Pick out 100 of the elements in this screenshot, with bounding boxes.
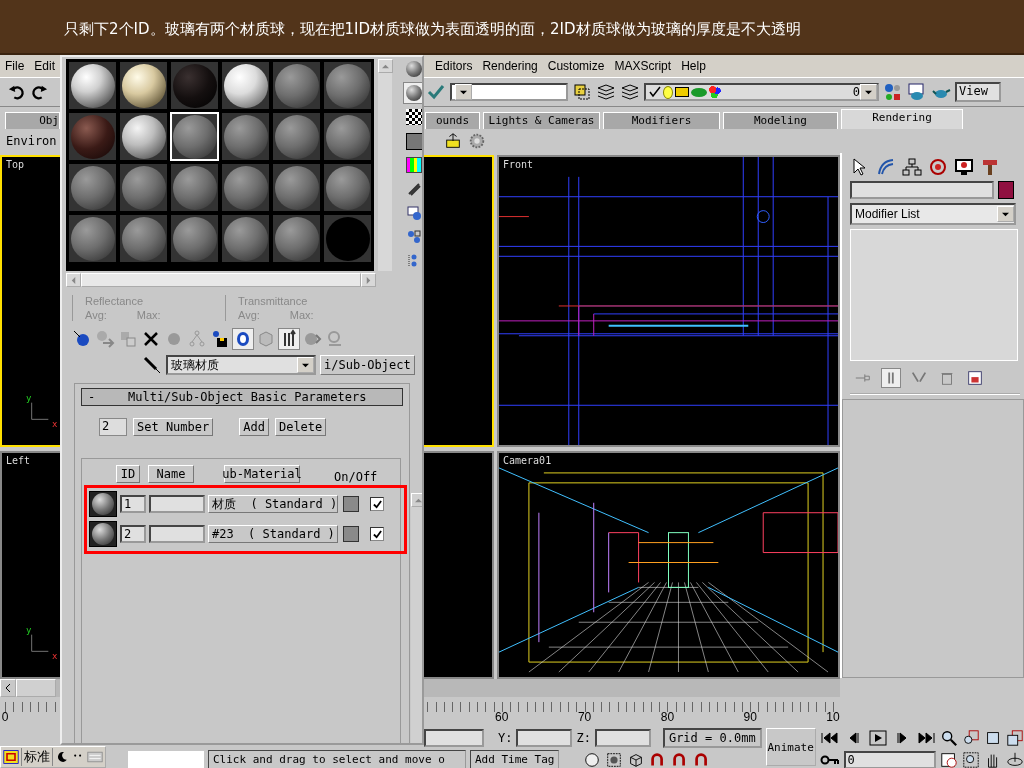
key-icon[interactable] [819,754,840,766]
animate-button[interactable]: Animate [765,728,816,766]
sample-slot[interactable] [68,163,117,212]
time-slider-thumb[interactable] [16,679,56,697]
uv-tiling-icon[interactable] [404,131,422,151]
menu-item[interactable]: MAXScript [609,59,677,73]
material-id-icon[interactable] [233,329,253,349]
undo-icon[interactable] [8,83,26,101]
render-scene-icon[interactable] [443,132,462,150]
sample-slot[interactable] [272,112,321,161]
sample-slot[interactable] [323,61,372,110]
color-swatch[interactable] [343,496,359,512]
z-coordinate-field[interactable] [594,729,651,747]
name-field[interactable] [149,495,205,513]
sample-slot[interactable] [272,214,321,263]
backlight-icon[interactable] [404,83,422,103]
sample-slot[interactable] [221,61,270,110]
ime-logo-icon[interactable] [3,749,19,765]
sample-slot[interactable] [170,163,219,212]
save-icon[interactable] [210,329,230,349]
name-field[interactable] [850,181,994,199]
video-color-check-icon[interactable] [404,155,422,175]
add-time-tag-button[interactable]: Add Time Tag [470,750,560,768]
add-button[interactable]: Add [239,418,269,436]
menu-item[interactable]: File [0,59,30,73]
motion-icon[interactable] [928,157,948,177]
sub-material-button[interactable]: 材质 ( Standard ) [208,495,338,513]
go-to-end-icon[interactable] [915,731,936,745]
orbit-icon[interactable] [1005,751,1024,768]
play-icon[interactable] [867,730,888,746]
zoom-all-icon[interactable] [961,729,980,747]
time-config-icon[interactable] [939,751,958,768]
sample-slot[interactable] [272,163,321,212]
number-field[interactable]: 2 [99,418,127,436]
color-swatch[interactable] [998,181,1014,199]
id-field[interactable]: 2 [120,525,146,543]
input-mode-button[interactable]: 标准 [21,748,53,766]
frame-field[interactable]: 0 [843,751,936,768]
curve-icon[interactable] [876,157,896,177]
id-field[interactable]: 1 [120,495,146,513]
sample-slot[interactable] [221,112,270,161]
material-swatch[interactable] [89,491,117,517]
x-coordinate-field[interactable] [424,729,484,747]
moon-icon[interactable] [55,750,69,764]
sub-material-header[interactable]: ub-Material [224,465,300,483]
scrollbar[interactable] [378,59,392,271]
viewport[interactable]: Camera01 [497,451,840,679]
redo-icon[interactable] [30,83,48,101]
sample-slot[interactable] [119,163,168,212]
sample-slot[interactable] [221,163,270,212]
tab[interactable]: ounds [425,112,480,129]
go-to-start-icon[interactable] [819,731,840,745]
name-field[interactable] [149,525,205,543]
previous-frame-button[interactable] [0,679,16,697]
tab[interactable]: Modifiers [603,112,720,129]
menu-item[interactable]: Edit [29,59,61,73]
sample-slot[interactable] [170,214,219,263]
show-end-result-icon[interactable] [279,329,299,349]
sample-slot[interactable] [119,112,168,161]
eyedropper-icon[interactable] [142,355,162,375]
layer-dropdown[interactable]: 0 [644,83,879,101]
gear-icon[interactable] [467,132,486,150]
on-off-checkbox[interactable] [370,527,384,541]
sub-material-button[interactable]: #23 ( Standard ) [208,525,338,543]
hammer-icon[interactable] [980,157,1000,177]
sample-slot[interactable] [221,214,270,263]
menu-item[interactable]: Editors [430,59,478,73]
view-dropdown[interactable]: View [955,82,1001,102]
sample-slot[interactable] [119,214,168,263]
selection-icon[interactable] [605,751,624,768]
on-off-checkbox[interactable] [370,497,384,511]
sample-slot[interactable] [272,61,321,110]
maxscript-field[interactable] [128,751,204,768]
configure-icon[interactable] [966,369,984,387]
options-icon[interactable] [404,203,422,223]
name-header[interactable]: Name [148,465,194,483]
sample-type-icon[interactable] [404,59,422,79]
y-coordinate-field[interactable] [516,729,573,747]
sample-slot[interactable] [68,214,117,263]
sample-slot[interactable] [119,61,168,110]
tab[interactable]: Rendering [841,109,963,129]
menu-item[interactable]: Help [676,59,711,73]
environment-button[interactable]: Environ [0,134,57,148]
schematic-icon[interactable] [883,82,903,102]
zoom-icon[interactable] [939,729,958,747]
selection-set-dropdown[interactable] [450,83,568,101]
zoom-extents-all-icon[interactable] [1005,729,1024,747]
color-swatch[interactable] [343,526,359,542]
sample-slot[interactable] [323,112,372,161]
sample-slot[interactable] [68,61,117,110]
id-header[interactable]: ID [116,465,140,483]
layers-icon[interactable] [572,82,592,102]
viewport[interactable]: Front [497,155,840,447]
display-icon[interactable] [954,157,974,177]
set-number-button[interactable]: Set Number [133,418,214,436]
material-name-dropdown[interactable]: 玻璃材质 [166,355,316,375]
hierarchy-icon[interactable] [902,157,922,177]
menu-item[interactable]: Rendering [477,59,543,73]
layers-icon[interactable] [596,82,616,102]
sample-slot[interactable] [323,163,372,212]
